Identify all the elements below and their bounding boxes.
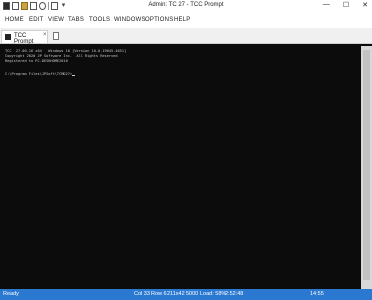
- console-prompt-line: C:\Program Files\JPSoft\TCMD27>: [5, 72, 76, 76]
- console-output[interactable]: TCC 27.00.16 x64 Windows 10 [Version 10.…: [0, 44, 372, 289]
- console-prompt: C:\Program Files\JPSoft\TCMD27>: [5, 72, 73, 76]
- menu-options[interactable]: OPTIONS: [145, 17, 173, 23]
- text-cursor: [72, 75, 76, 76]
- status-load: Load: 58%: [200, 291, 227, 297]
- menu-view[interactable]: VIEW: [48, 17, 64, 23]
- minimize-button[interactable]: —: [323, 1, 330, 9]
- menu-help[interactable]: HELP: [174, 17, 190, 23]
- scrollbar-thumb[interactable]: [363, 50, 370, 280]
- new-tab-icon[interactable]: [53, 32, 59, 40]
- console-line: Registered to PC-DESKHOME2010: [5, 59, 68, 63]
- status-ready: Ready: [3, 291, 19, 297]
- menu-tabs[interactable]: TABS: [68, 17, 84, 23]
- menu-edit[interactable]: EDIT: [29, 17, 43, 23]
- window-controls: — ☐ ✕: [323, 1, 368, 9]
- status-time: 2:52:48: [225, 291, 244, 297]
- menu-windows[interactable]: WINDOWS: [114, 17, 146, 23]
- status-window-size: 211x42: [167, 291, 185, 297]
- title-bar: ▾ Admin: TC 27 - TCC Prompt — ☐ ✕: [0, 0, 372, 13]
- close-button[interactable]: ✕: [362, 1, 368, 9]
- console-icon: [5, 34, 11, 40]
- tab-tcc-prompt[interactable]: TCC Prompt ×: [1, 30, 48, 45]
- tab-bar: TCC Prompt ×: [0, 28, 372, 45]
- vertical-scrollbar[interactable]: [361, 46, 372, 289]
- status-bar: Ready Col 33 Row 6 211x42 5000 Load: 58%…: [0, 289, 372, 300]
- console-line: TCC 27.00.16 x64 Windows 10 [Version 10.…: [5, 49, 127, 53]
- tab-close-button[interactable]: ×: [43, 32, 47, 38]
- status-extra: 14:55: [310, 291, 324, 297]
- status-buffer: 5000: [186, 291, 199, 297]
- window-title: Admin: TC 27 - TCC Prompt: [148, 2, 224, 8]
- menu-tools[interactable]: TOOLS: [89, 17, 110, 23]
- menu-home[interactable]: HOME: [5, 17, 24, 23]
- menu-bar: HOME EDIT VIEW TABS TOOLS WINDOWS OPTION…: [0, 13, 372, 28]
- status-column: Col 33: [134, 291, 150, 297]
- status-row: Row 6: [151, 291, 167, 297]
- maximize-button[interactable]: ☐: [343, 1, 349, 9]
- console-line: Copyright 2020 JP Software Inc. All Righ…: [5, 54, 118, 58]
